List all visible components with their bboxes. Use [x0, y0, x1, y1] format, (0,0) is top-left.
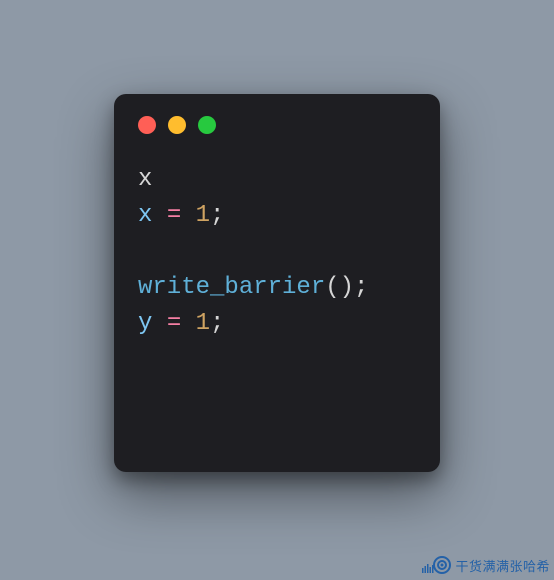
code-token: [181, 310, 195, 337]
watermark-logo-icon: [421, 554, 451, 576]
code-line: y = 1;: [138, 306, 440, 342]
code-token: 1: [196, 202, 210, 229]
code-block: xx = 1; write_barrier();y = 1;: [114, 134, 440, 342]
code-window: xx = 1; write_barrier();y = 1;: [114, 94, 440, 472]
code-token: [181, 202, 195, 229]
code-token: x: [138, 166, 152, 193]
code-line: x = 1;: [138, 198, 440, 234]
code-token: ;: [210, 202, 224, 229]
code-token: [152, 310, 166, 337]
code-token: ();: [325, 274, 368, 301]
zoom-icon[interactable]: [198, 116, 216, 134]
close-icon[interactable]: [138, 116, 156, 134]
code-token: y: [138, 310, 152, 337]
watermark: 干货满满张哈希: [421, 554, 550, 576]
code-line: write_barrier();: [138, 270, 440, 306]
code-token: =: [167, 310, 181, 337]
code-token: ;: [210, 310, 224, 337]
code-token: =: [167, 202, 181, 229]
code-token: x: [138, 202, 152, 229]
code-token: [152, 202, 166, 229]
code-line: x: [138, 162, 440, 198]
watermark-text: 干货满满张哈希: [455, 556, 550, 575]
window-titlebar: [114, 94, 440, 134]
minimize-icon[interactable]: [168, 116, 186, 134]
code-line: [138, 234, 440, 270]
code-token: 1: [196, 310, 210, 337]
code-token: write_barrier: [138, 274, 325, 301]
